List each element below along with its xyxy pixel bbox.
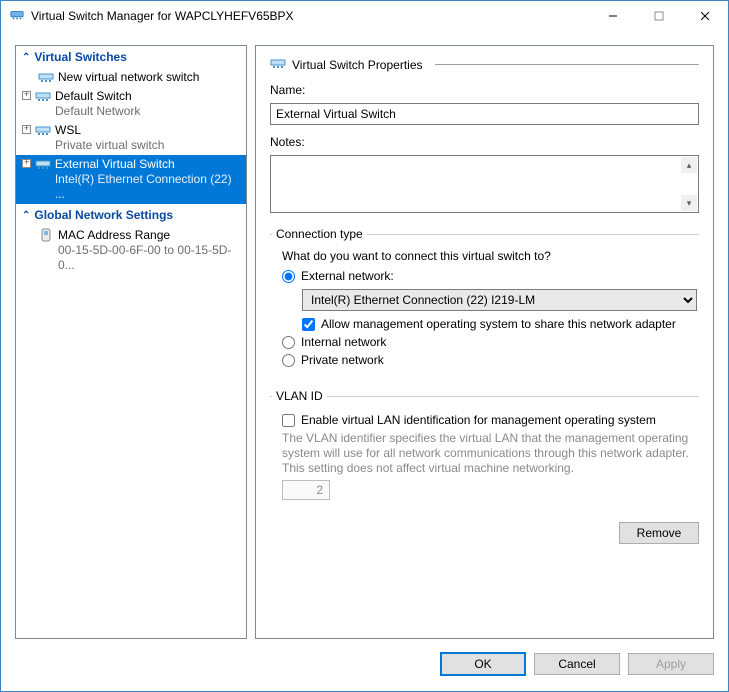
radio-private-input[interactable]	[282, 354, 295, 367]
tree-header-global-settings[interactable]: ⌃ Global Network Settings	[16, 204, 246, 226]
radio-external-input[interactable]	[282, 270, 295, 283]
minimize-button[interactable]	[590, 1, 636, 31]
dialog-footer: OK Cancel Apply	[1, 647, 728, 691]
tree-item-label: External Virtual Switch	[55, 157, 240, 172]
checkbox-label: Allow management operating system to sha…	[321, 317, 676, 331]
expander-icon[interactable]	[22, 91, 31, 100]
radio-label: Private network	[301, 353, 384, 367]
radio-label: Internal network	[301, 335, 386, 349]
remove-button[interactable]: Remove	[619, 522, 699, 544]
content-area: ⌃ Virtual Switches New virtual network s…	[1, 31, 728, 647]
window-root: Virtual Switch Manager for WAPCLYHEFV65B…	[0, 0, 729, 692]
network-switch-icon	[35, 157, 51, 171]
notes-textarea[interactable]: ▴ ▾	[270, 155, 699, 213]
network-switch-icon	[35, 89, 51, 103]
panel-title: Virtual Switch Properties	[292, 58, 423, 72]
divider	[435, 64, 700, 65]
vlan-id-input: 2	[282, 480, 330, 500]
network-switch-icon	[270, 56, 286, 73]
scroll-up-icon[interactable]: ▴	[681, 157, 697, 173]
ok-button[interactable]: OK	[440, 652, 526, 676]
tree-item-new-switch[interactable]: New virtual network switch	[16, 68, 246, 87]
connection-type-legend: Connection type	[272, 227, 367, 241]
mac-address-icon	[38, 228, 54, 242]
tree-item-label: WSL	[55, 123, 164, 138]
radio-external-network[interactable]: External network:	[282, 269, 697, 283]
tree-item-wsl[interactable]: WSL Private virtual switch	[16, 121, 246, 155]
radio-label: External network:	[301, 269, 394, 283]
allow-mgmt-checkbox-row[interactable]: Allow management operating system to sha…	[302, 317, 697, 331]
panel-header: Virtual Switch Properties	[270, 56, 699, 73]
tree-header-virtual-switches[interactable]: ⌃ Virtual Switches	[16, 46, 246, 68]
expander-icon[interactable]	[22, 159, 31, 168]
tree-item-label: MAC Address Range	[58, 228, 240, 243]
network-switch-icon	[38, 70, 54, 84]
vlan-enable-checkbox[interactable]	[282, 414, 295, 427]
tree-item-sublabel: Default Network	[55, 104, 140, 119]
tree-panel: ⌃ Virtual Switches New virtual network s…	[15, 45, 247, 639]
collapse-icon: ⌃	[22, 52, 30, 63]
network-switch-icon	[35, 123, 51, 137]
vlan-description: The VLAN identifier specifies the virtua…	[282, 431, 697, 476]
radio-internal-network[interactable]: Internal network	[282, 335, 697, 349]
maximize-button[interactable]	[636, 1, 682, 31]
properties-panel: Virtual Switch Properties Name: Notes: ▴…	[255, 45, 714, 639]
close-button[interactable]	[682, 1, 728, 31]
window-title: Virtual Switch Manager for WAPCLYHEFV65B…	[31, 9, 590, 23]
tree-header-label: Virtual Switches	[34, 50, 126, 64]
tree-item-sublabel: Private virtual switch	[55, 138, 164, 153]
collapse-icon: ⌃	[22, 210, 30, 221]
vlan-enable-row[interactable]: Enable virtual LAN identification for ma…	[282, 413, 697, 427]
name-label: Name:	[270, 83, 699, 97]
radio-private-network[interactable]: Private network	[282, 353, 697, 367]
name-input[interactable]	[270, 103, 699, 125]
adapter-select[interactable]: Intel(R) Ethernet Connection (22) I219-L…	[302, 289, 697, 311]
cancel-button[interactable]: Cancel	[534, 653, 620, 675]
tree-item-sublabel: 00-15-5D-00-6F-00 to 00-15-5D-0...	[58, 243, 240, 273]
connection-question: What do you want to connect this virtual…	[282, 249, 697, 263]
apply-button[interactable]: Apply	[628, 653, 714, 675]
vlan-group: VLAN ID Enable virtual LAN identificatio…	[270, 389, 699, 504]
radio-internal-input[interactable]	[282, 336, 295, 349]
app-icon	[9, 8, 25, 24]
checkbox-label: Enable virtual LAN identification for ma…	[301, 413, 656, 427]
tree-item-mac-range[interactable]: MAC Address Range 00-15-5D-00-6F-00 to 0…	[16, 226, 246, 275]
tree-item-external-virtual-switch[interactable]: External Virtual Switch Intel(R) Etherne…	[16, 155, 246, 204]
titlebar: Virtual Switch Manager for WAPCLYHEFV65B…	[1, 1, 728, 31]
vlan-legend: VLAN ID	[272, 389, 327, 403]
tree-item-sublabel: Intel(R) Ethernet Connection (22) ...	[55, 172, 240, 202]
expander-icon[interactable]	[22, 125, 31, 134]
tree-item-label: Default Switch	[55, 89, 140, 104]
scroll-down-icon[interactable]: ▾	[681, 195, 697, 211]
notes-label: Notes:	[270, 135, 699, 149]
tree-item-label: New virtual network switch	[58, 70, 199, 85]
allow-mgmt-checkbox[interactable]	[302, 318, 315, 331]
connection-type-group: Connection type What do you want to conn…	[270, 227, 699, 375]
tree-header-label: Global Network Settings	[34, 208, 173, 222]
tree-item-default-switch[interactable]: Default Switch Default Network	[16, 87, 246, 121]
